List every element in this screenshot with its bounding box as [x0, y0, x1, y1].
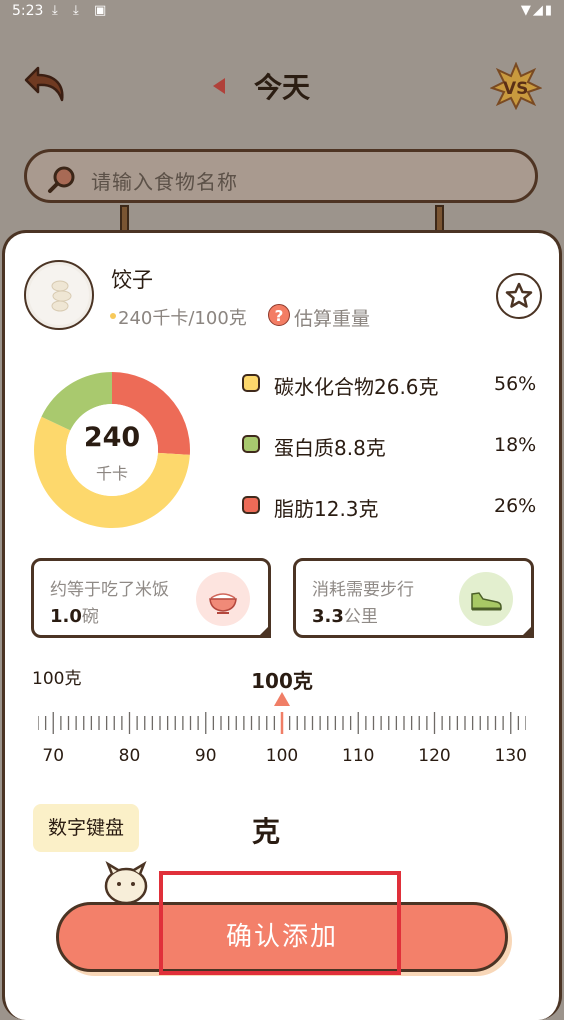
ruler-tick-label: 90 — [194, 746, 217, 766]
search-bar[interactable]: 请输入食物名称 — [24, 149, 538, 203]
walking-distance-card: 消耗需要步行 3.3公里 — [293, 558, 534, 638]
svg-text:VS: VS — [503, 79, 528, 99]
estimate-weight-link[interactable]: 估算重量 — [294, 304, 370, 331]
mascot-icon — [104, 861, 148, 905]
fat-label: 脂肪12.3克 — [274, 497, 379, 521]
vs-compare-icon[interactable]: VS — [490, 62, 542, 110]
sneaker-icon — [459, 572, 513, 626]
ruler-tick-label: 110 — [342, 746, 375, 766]
download-icon: ⤓ — [52, 3, 58, 18]
calories-per-100g: 240千卡/100克 — [118, 308, 247, 329]
steps-card-number: 3.3 — [312, 606, 344, 627]
numeric-keypad-button[interactable]: 数字键盘 — [33, 804, 139, 852]
star-icon — [505, 282, 533, 308]
ruler-tick-label: 70 — [42, 746, 65, 766]
rice-card-value: 1.0碗 — [50, 602, 99, 627]
search-placeholder: 请输入食物名称 — [91, 170, 238, 194]
current-weight-label: 100克 — [251, 669, 313, 693]
protein-label: 蛋白质8.8克 — [274, 436, 386, 460]
donut-calorie-unit: 千卡 — [95, 464, 128, 483]
rice-bowl-icon — [196, 572, 250, 626]
ruler-tick-label: 80 — [118, 746, 141, 766]
ruler-tick-label: 100 — [265, 746, 299, 766]
weight-unit-label: 克 — [252, 815, 281, 848]
card-corner-fold — [520, 624, 534, 638]
rice-card-title: 约等于吃了米饭 — [50, 580, 169, 600]
status-bar: 5:23 ⤓ ⤓ ▣ ▼◢▮ — [0, 0, 564, 24]
carbs-color-swatch — [242, 374, 260, 392]
page-title[interactable]: 今天 — [0, 66, 564, 106]
rice-card-number: 1.0 — [50, 606, 82, 627]
steps-card-title: 消耗需要步行 — [312, 580, 414, 600]
food-name: 饺子 — [111, 268, 153, 292]
fat-percent: 26% — [494, 495, 537, 517]
dumpling-image — [29, 265, 89, 325]
rice-card-unit: 碗 — [81, 607, 99, 627]
protein-color-swatch — [242, 435, 260, 453]
status-right-icons: ▼◢▮ — [521, 3, 554, 18]
ruler-pointer-icon — [274, 692, 290, 706]
battery-icon: ▮ — [544, 3, 554, 18]
signal-icon: ◢ — [532, 3, 545, 18]
highlight-box — [159, 871, 401, 975]
steps-card-value: 3.3公里 — [312, 602, 378, 627]
rice-equivalent-card: 约等于吃了米饭 1.0碗 — [31, 558, 271, 638]
card-corner-fold — [257, 624, 271, 638]
calorie-dot-icon — [110, 313, 116, 319]
vpn-icon: ▣ — [94, 3, 107, 18]
carbs-label: 碳水化合物26.6克 — [274, 375, 439, 399]
ruler-tick-label: 130 — [494, 746, 527, 766]
food-image — [24, 260, 94, 330]
steps-card-unit: 公里 — [343, 607, 378, 627]
carbs-percent: 56% — [494, 373, 537, 395]
donut-calorie-value: 240 — [83, 422, 141, 453]
favorite-button[interactable] — [496, 273, 542, 319]
status-time: 5:23 — [12, 3, 44, 19]
search-icon — [48, 166, 75, 193]
weight-ruler-slider[interactable] — [38, 710, 526, 736]
protein-percent: 18% — [494, 434, 537, 456]
ruler-tick-label: 120 — [418, 746, 451, 766]
question-icon[interactable]: ? — [268, 304, 290, 326]
fat-color-swatch — [242, 496, 260, 514]
download-icon: ⤓ — [73, 3, 79, 18]
wifi-icon: ▼ — [520, 3, 533, 18]
